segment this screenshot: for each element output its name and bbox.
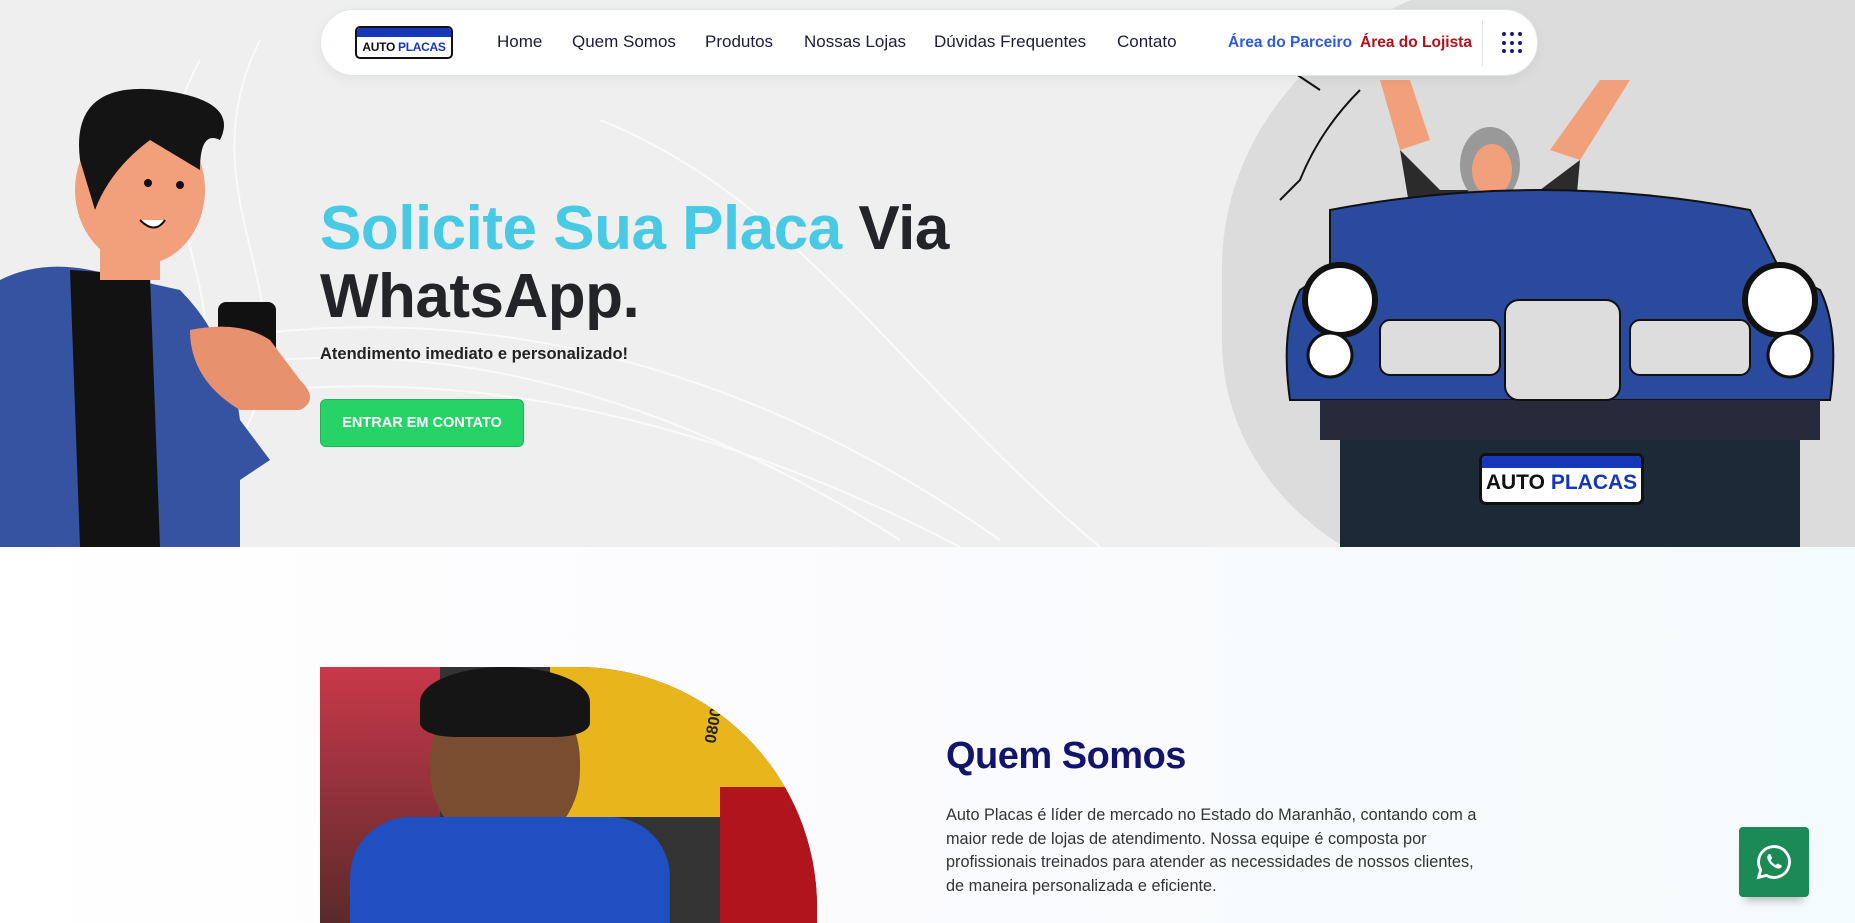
about-heading: Quem Somos: [946, 735, 1186, 777]
nav-home[interactable]: Home: [497, 32, 542, 52]
plate-word-placas: PLACAS: [1550, 471, 1638, 494]
hero-title: Solicite Sua Placa Via WhatsApp.: [320, 195, 1000, 331]
contact-button[interactable]: ENTRAR EM CONTATO: [320, 399, 524, 447]
logo-word-placas: PLACAS: [398, 40, 446, 54]
nav-quem-somos[interactable]: Quem Somos: [572, 32, 676, 52]
hero-title-highlight: Solicite Sua Placa: [320, 194, 842, 263]
nav-contato[interactable]: Contato: [1117, 32, 1177, 52]
partner-area-link[interactable]: Área do Parceiro: [1228, 34, 1352, 52]
car-license-plate: AUTO PLACAS: [1479, 453, 1644, 505]
navbar: AUTO PLACAS Home Quem Somos Produtos Nos…: [320, 9, 1538, 76]
about-text: Auto Placas é líder de mercado no Estado…: [946, 806, 1477, 895]
technician-photo: 0800 7250: [320, 667, 817, 923]
nav-divider: [1482, 20, 1483, 66]
auto-placas-logo[interactable]: AUTO PLACAS: [355, 26, 453, 59]
store-area-link[interactable]: Área do Lojista: [1360, 34, 1472, 52]
whatsapp-icon: [1756, 845, 1791, 880]
logo-word-auto: AUTO: [362, 40, 395, 54]
nav-duvidas-frequentes[interactable]: Dúvidas Frequentes: [934, 32, 1086, 52]
hero-subtitle: Atendimento imediato e personalizado!: [320, 345, 629, 363]
man-with-phone-illustration: [0, 88, 310, 547]
about-section: [0, 547, 1855, 923]
whatsapp-float-button[interactable]: [1739, 827, 1809, 897]
nav-produtos[interactable]: Produtos: [705, 32, 773, 52]
hero-section: AUTO PLACAS Solicite Sua Placa Via Whats…: [0, 0, 1855, 547]
plate-word-auto: AUTO: [1485, 471, 1545, 494]
grid-dots-icon[interactable]: [1502, 32, 1524, 54]
nav-nossas-lojas[interactable]: Nossas Lojas: [804, 32, 906, 52]
